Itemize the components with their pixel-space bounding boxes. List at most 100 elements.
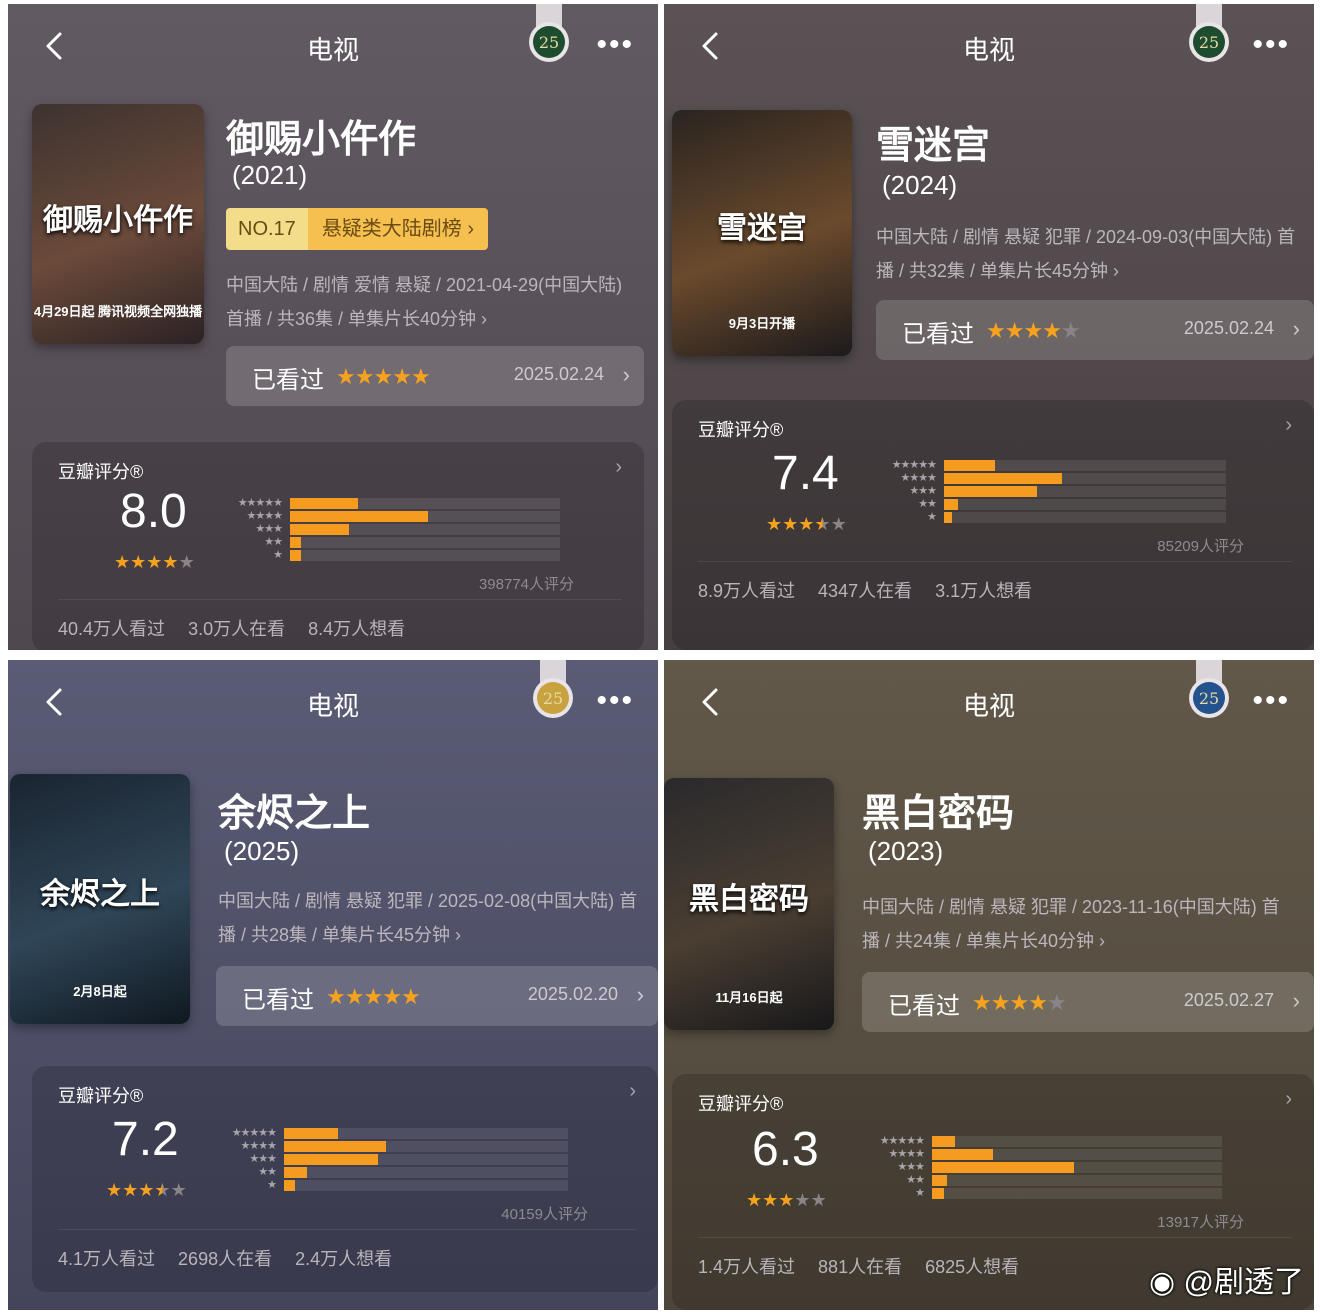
star-level-4-icon: ★★★★ xyxy=(900,472,937,484)
douban-rating-card[interactable]: 豆瓣评分® › 7.2 ★★★★★ ★★★★★ ★★★★ ★★★ ★★ ★ 401… xyxy=(32,1066,658,1292)
poster-title: 御赐小仵作 xyxy=(43,203,193,239)
stat-watching[interactable]: 3.0万人在看 xyxy=(188,619,285,639)
poster-image[interactable]: 黑白密码 11月16日起 xyxy=(664,778,834,1030)
rating-count: 13917人评分 xyxy=(1157,1214,1244,1231)
rating-count: 40159人评分 xyxy=(501,1206,588,1223)
douban-score-stars: ★★★★★ xyxy=(746,1190,827,1210)
rating-bar-3-star xyxy=(944,486,1226,497)
stat-watching[interactable]: 4347人在看 xyxy=(818,581,912,601)
poster-date: 11月16日起 xyxy=(715,990,783,1005)
annual-badge-icon[interactable]: 25 xyxy=(530,660,576,722)
watched-status-row[interactable]: 已看过 ★★★★★ 2025.02.24 › xyxy=(226,346,644,406)
douban-rating-card[interactable]: 豆瓣评分® › 7.4 ★★★★★ ★★★★★ ★★★★ ★★★ ★★ ★ 852… xyxy=(672,400,1314,650)
poster-title: 雪迷宫 xyxy=(717,211,807,247)
star-level-1-icon: ★ xyxy=(267,1179,277,1191)
show-year: (2021) xyxy=(232,160,308,190)
svg-text:25: 25 xyxy=(539,33,559,52)
star-level-4-icon: ★★★★ xyxy=(246,510,283,522)
star-level-1-icon: ★ xyxy=(915,1187,925,1199)
poster-image[interactable]: 余烬之上 2月8日起 xyxy=(10,774,190,1024)
more-options-icon[interactable]: ••• xyxy=(596,684,634,718)
star-level-2-icon: ★★ xyxy=(918,498,937,510)
rating-bar-1-star xyxy=(944,512,1226,523)
stat-want[interactable]: 2.4万人想看 xyxy=(295,1249,392,1269)
chevron-right-icon: › xyxy=(636,982,644,1007)
svg-text:25: 25 xyxy=(1199,33,1219,52)
show-meta-info[interactable]: 中国大陆 / 剧情 悬疑 犯罪 / 2024-09-03(中国大陆) 首播 / … xyxy=(876,220,1306,288)
rating-bar-5-star xyxy=(944,460,1226,471)
poster-title: 余烬之上 xyxy=(40,877,160,912)
show-title: 黑白密码 xyxy=(862,793,1015,835)
stat-watched[interactable]: 4.1万人看过 xyxy=(58,1249,155,1269)
douban-score-stars: ★★★★★ xyxy=(106,1180,187,1200)
douban-score: 7.2 xyxy=(112,1113,179,1166)
divider xyxy=(58,1229,636,1230)
stat-want[interactable]: 8.4万人想看 xyxy=(308,619,405,639)
chevron-right-icon[interactable]: › xyxy=(629,1080,636,1103)
watched-date: 2025.02.24 xyxy=(1183,318,1274,338)
rating-bar-3-star xyxy=(284,1154,568,1165)
rank-badge[interactable]: NO.17 悬疑类大陆剧榜 › xyxy=(226,208,489,250)
star-level-4-icon: ★★★★ xyxy=(888,1148,925,1160)
douban-rating-label: 豆瓣评分® xyxy=(698,420,784,440)
star-level-5-icon: ★★★★★ xyxy=(237,497,283,509)
stat-watched[interactable]: 1.4万人看过 xyxy=(698,1257,795,1277)
annual-badge-icon[interactable]: 25 xyxy=(1186,4,1232,66)
watched-date: 2025.02.24 xyxy=(513,364,604,384)
show-meta-info[interactable]: 中国大陆 / 剧情 悬疑 犯罪 / 2025-02-08(中国大陆) 首播 / … xyxy=(218,884,648,952)
stat-watched[interactable]: 40.4万人看过 xyxy=(58,619,165,639)
star-level-2-icon: ★★ xyxy=(264,536,283,548)
show-year: (2024) xyxy=(882,170,958,200)
rating-bar-4-star xyxy=(932,1149,1222,1160)
chevron-right-icon[interactable]: › xyxy=(1285,1088,1292,1111)
divider xyxy=(58,599,622,600)
stat-watched[interactable]: 8.9万人看过 xyxy=(698,581,795,601)
douban-score: 6.3 xyxy=(752,1123,819,1176)
star-level-1-icon: ★ xyxy=(273,549,283,561)
rating-count: 85209人评分 xyxy=(1157,538,1244,555)
my-rating-stars: ★★★★★ xyxy=(986,318,1081,343)
rating-bar-5-star xyxy=(290,498,560,509)
my-rating-stars: ★★★★★ xyxy=(336,364,431,389)
rating-bar-2-star xyxy=(944,499,1226,510)
stat-want[interactable]: 6825人想看 xyxy=(925,1257,1019,1277)
annual-badge-icon[interactable]: 25 xyxy=(526,4,572,66)
stat-watching[interactable]: 2698人在看 xyxy=(178,1249,272,1269)
poster-date: 2月8日起 xyxy=(73,984,127,999)
chevron-right-icon[interactable]: › xyxy=(615,456,622,479)
rating-bar-2-star xyxy=(290,537,560,548)
douban-rating-label: 豆瓣评分® xyxy=(58,462,144,482)
rating-bar-3-star xyxy=(932,1162,1222,1173)
rating-bar-3-star xyxy=(290,524,560,535)
movie-panel-2: 电视 ••• 25 雪迷宫 9月3日开播 雪迷宫 (2024) 中国大陆 / 剧情 悬… xyxy=(664,4,1314,650)
rating-bar-4-star xyxy=(944,473,1226,484)
watched-label: 已看过 xyxy=(242,987,314,1014)
star-level-3-icon: ★★★ xyxy=(255,523,283,535)
annual-badge-icon[interactable]: 25 xyxy=(1186,660,1232,722)
movie-panel-4: 电视 ••• 25 黑白密码 11月16日起 黑白密码 (2023) 中国大陆 / 剧… xyxy=(664,660,1314,1310)
douban-score-stars: ★★★★★ xyxy=(766,514,847,534)
watched-status-row[interactable]: 已看过 ★★★★★ 2025.02.20 › xyxy=(216,966,658,1026)
watched-label: 已看过 xyxy=(888,993,960,1020)
chevron-right-icon[interactable]: › xyxy=(1285,414,1292,437)
poster-date: 9月3日开播 xyxy=(728,316,796,331)
watched-label: 已看过 xyxy=(902,321,974,348)
more-options-icon[interactable]: ••• xyxy=(596,28,634,62)
show-meta-info[interactable]: 中国大陆 / 剧情 悬疑 犯罪 / 2023-11-16(中国大陆) 首播 / … xyxy=(862,890,1292,958)
more-options-icon[interactable]: ••• xyxy=(1252,28,1290,62)
stat-watching[interactable]: 881人在看 xyxy=(818,1257,902,1277)
watched-status-row[interactable]: 已看过 ★★★★★ 2025.02.24 › xyxy=(876,300,1314,360)
svg-text:25: 25 xyxy=(543,689,563,708)
stat-want[interactable]: 3.1万人想看 xyxy=(935,581,1032,601)
more-options-icon[interactable]: ••• xyxy=(1252,684,1290,718)
rank-category: 悬疑类大陆剧榜 › xyxy=(307,208,489,250)
douban-rating-card[interactable]: 豆瓣评分® › 8.0 ★★★★★ ★★★★★ ★★★★ ★★★ ★★ ★ 398… xyxy=(32,442,644,650)
rating-bar-5-star xyxy=(284,1128,568,1139)
star-level-5-icon: ★★★★★ xyxy=(231,1127,277,1139)
watched-status-row[interactable]: 已看过 ★★★★★ 2025.02.27 › xyxy=(862,972,1314,1032)
show-meta-info[interactable]: 中国大陆 / 剧情 爱情 悬疑 / 2021-04-29(中国大陆) 首播 / … xyxy=(226,268,636,336)
poster-image[interactable]: 雪迷宫 9月3日开播 xyxy=(672,110,852,356)
weibo-watermark: ◉ @剧透了 xyxy=(1149,1266,1304,1299)
poster-image[interactable]: 御赐小仵作 4月29日起 腾讯视频全网独播 xyxy=(32,104,204,344)
show-title: 余烬之上 xyxy=(218,793,371,835)
